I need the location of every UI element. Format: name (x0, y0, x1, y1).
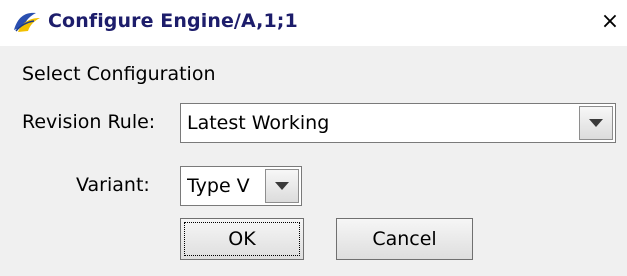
revision-rule-value: Latest Working (187, 112, 330, 134)
revision-rule-dropdown-button[interactable] (579, 106, 613, 140)
chevron-down-icon (589, 119, 603, 127)
chevron-down-icon (275, 182, 289, 190)
revision-rule-select[interactable]: Latest Working (180, 103, 616, 143)
close-icon[interactable]: × (596, 9, 624, 35)
variant-value: Type V (187, 175, 250, 197)
variant-select[interactable]: Type V (180, 166, 302, 206)
cancel-button[interactable]: Cancel (336, 218, 473, 260)
window-title: Configure Engine/A,1;1 (48, 10, 298, 32)
cancel-button-label: Cancel (372, 228, 437, 250)
section-label: Select Configuration (22, 63, 216, 85)
ok-button-label: OK (228, 228, 256, 250)
variant-label: Variant: (76, 174, 150, 196)
variant-dropdown-button[interactable] (265, 169, 299, 203)
title-bar: Configure Engine/A,1;1 × (0, 0, 627, 47)
ok-button[interactable]: OK (180, 218, 304, 260)
configure-dialog: Configure Engine/A,1;1 × Select Configur… (0, 0, 627, 276)
app-logo-icon (12, 10, 42, 34)
revision-rule-label: Revision Rule: (22, 111, 156, 133)
